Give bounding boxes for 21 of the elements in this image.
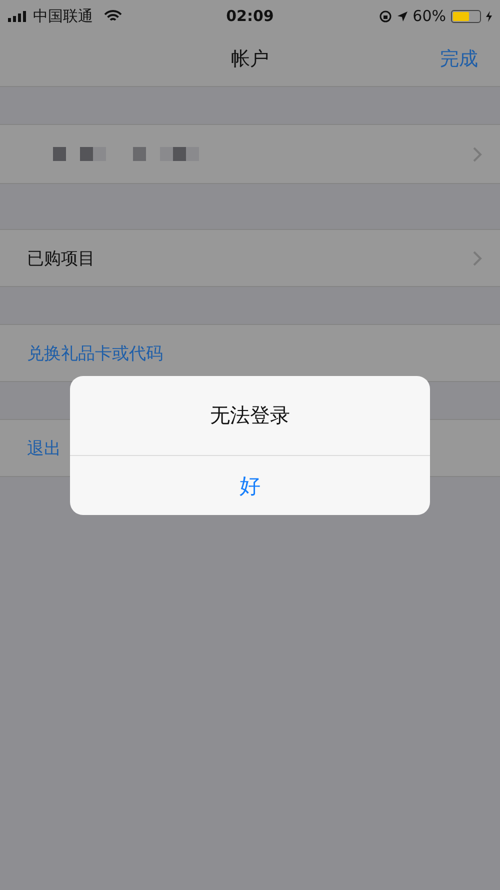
- nav-title: 帐户: [231, 47, 269, 72]
- charging-icon: [486, 10, 492, 22]
- battery-percent: 60%: [412, 7, 446, 25]
- row-label: 已购项目: [27, 248, 95, 270]
- chevron-icon: [473, 146, 482, 162]
- account-row[interactable]: [0, 124, 500, 184]
- battery-icon: [451, 10, 481, 22]
- action-row[interactable]: 兑换礼品卡或代码: [0, 324, 500, 382]
- row-label: 兑换礼品卡或代码: [27, 342, 163, 364]
- wifi-icon: [104, 10, 122, 22]
- location-icon: [396, 10, 408, 22]
- signal-icon: [8, 10, 28, 22]
- carrier-label: 中国联通: [33, 6, 93, 26]
- row-label: 退出: [27, 438, 61, 460]
- status-time: 02:09: [226, 7, 274, 25]
- alert-title: 无法登录: [70, 376, 430, 456]
- done-button[interactable]: 完成: [440, 46, 478, 72]
- rotation-lock-icon: [378, 10, 392, 22]
- chevron-icon: [473, 250, 482, 266]
- list-row[interactable]: 已购项目: [0, 229, 500, 287]
- ok-button[interactable]: 好: [70, 456, 430, 515]
